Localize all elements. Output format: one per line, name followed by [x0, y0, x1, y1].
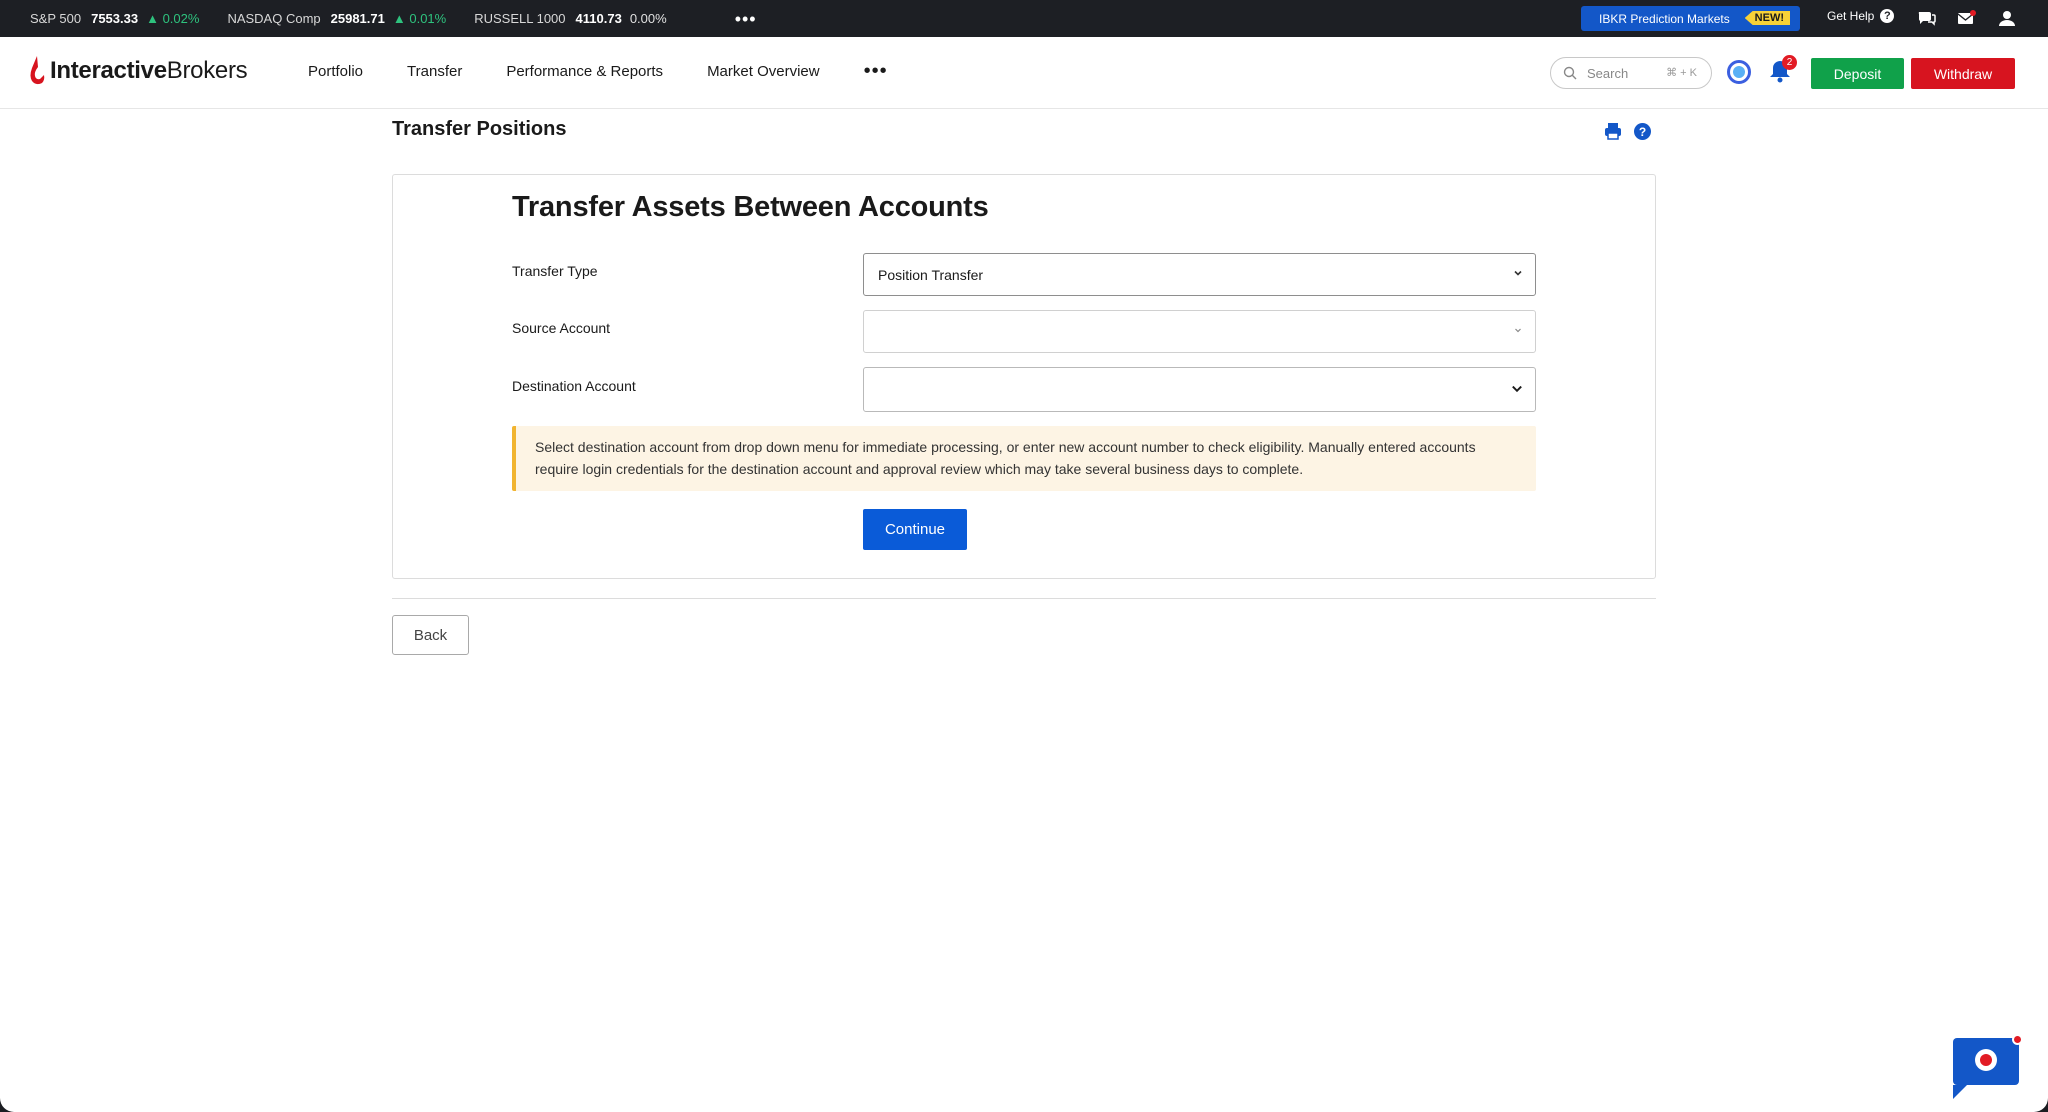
continue-button[interactable]: Continue	[863, 509, 967, 550]
ticker-change: ▲ 0.02%	[146, 11, 200, 26]
main-nav: Portfolio Transfer Performance & Reports…	[308, 61, 888, 81]
ticker-name: S&P 500	[30, 11, 82, 26]
ticker-change: ▲ 0.01%	[392, 11, 447, 26]
help-icon[interactable]: ?	[1634, 123, 1651, 140]
help-circle-icon: ?	[1880, 9, 1895, 23]
search-placeholder: Search	[1587, 65, 1629, 81]
print-icon[interactable]	[1604, 122, 1622, 140]
chevron-down-icon	[1515, 328, 1521, 332]
market-ticker-bar: S&P 500 7553.33 ▲ 0.02% NASDAQ Comp 2598…	[0, 0, 2048, 37]
brand-flame-icon	[30, 56, 45, 85]
source-account-select[interactable]	[863, 310, 1536, 353]
destination-info-notice: Select destination account from drop dow…	[512, 426, 1536, 491]
back-button[interactable]: Back	[392, 615, 469, 655]
get-help-link[interactable]: Get Help ?	[1827, 9, 1895, 23]
prediction-markets-label: IBKR Prediction Markets	[1599, 11, 1730, 26]
get-help-label: Get Help	[1827, 9, 1875, 23]
source-account-label: Source Account	[512, 320, 611, 336]
section-divider	[392, 598, 1656, 599]
ticker-name: RUSSELL 1000	[474, 11, 566, 26]
new-badge: NEW!	[1744, 11, 1790, 25]
chat-bot-icon	[1975, 1049, 1997, 1071]
chevron-down-icon	[1514, 270, 1522, 276]
chat-unread-dot	[2012, 1034, 2023, 1045]
main-header: InteractiveBrokers Portfolio Transfer Pe…	[0, 37, 2048, 109]
ticker-item-russell[interactable]: RUSSELL 1000 4110.73 0.00%	[474, 11, 666, 26]
transfer-type-label: Transfer Type	[512, 263, 598, 279]
ibkr-assistant-icon[interactable]	[1727, 60, 1751, 84]
ticker-change: 0.00%	[629, 11, 667, 26]
interactive-brokers-logo[interactable]: InteractiveBrokers	[28, 56, 248, 86]
deposit-button[interactable]: Deposit	[1811, 58, 1904, 89]
search-shortcut: ⌘ + K	[1666, 67, 1697, 79]
ticker-value: 7553.33	[91, 11, 139, 26]
ticker-item-nasdaq[interactable]: NASDAQ Comp 25981.71 ▲ 0.01%	[227, 11, 446, 26]
notification-count-badge: 2	[1782, 55, 1797, 70]
nav-item-performance-reports[interactable]: Performance & Reports	[506, 63, 663, 80]
transfer-form-card: Transfer Assets Between Accounts Transfe…	[392, 174, 1656, 579]
user-icon[interactable]	[1997, 9, 2017, 27]
form-title: Transfer Assets Between Accounts	[512, 191, 989, 223]
ticker-value: 4110.73	[575, 11, 622, 26]
search-input[interactable]: Search ⌘ + K	[1550, 57, 1712, 89]
nav-item-transfer[interactable]: Transfer	[407, 63, 462, 80]
chat-bubbles-icon[interactable]	[1917, 9, 1937, 27]
destination-account-label: Destination Account	[512, 378, 636, 394]
transfer-type-value: Position Transfer	[878, 266, 984, 283]
page-title: Transfer Positions	[392, 118, 567, 140]
withdraw-button[interactable]: Withdraw	[1911, 58, 2015, 89]
app-window: S&P 500 7553.33 ▲ 0.02% NASDAQ Comp 2598…	[0, 0, 2048, 1112]
destination-account-combobox[interactable]	[863, 367, 1536, 412]
ticker-item-sp500[interactable]: S&P 500 7553.33 ▲ 0.02%	[30, 11, 199, 26]
brand-name: InteractiveBrokers	[50, 57, 248, 84]
nav-item-portfolio[interactable]: Portfolio	[308, 63, 363, 80]
transfer-type-select[interactable]: Position Transfer	[863, 253, 1536, 296]
search-icon	[1563, 66, 1577, 80]
prediction-markets-banner[interactable]: IBKR Prediction Markets NEW!	[1581, 6, 1800, 31]
nav-more-icon[interactable]: •••	[864, 61, 888, 81]
ticker-value: 25981.71	[330, 11, 385, 26]
chevron-down-icon[interactable]	[1511, 383, 1523, 395]
nav-item-market-overview[interactable]: Market Overview	[707, 63, 820, 80]
mail-icon[interactable]	[1956, 9, 1976, 27]
ticker-name: NASDAQ Comp	[227, 11, 321, 26]
ticker-more-icon[interactable]: •••	[735, 10, 757, 28]
